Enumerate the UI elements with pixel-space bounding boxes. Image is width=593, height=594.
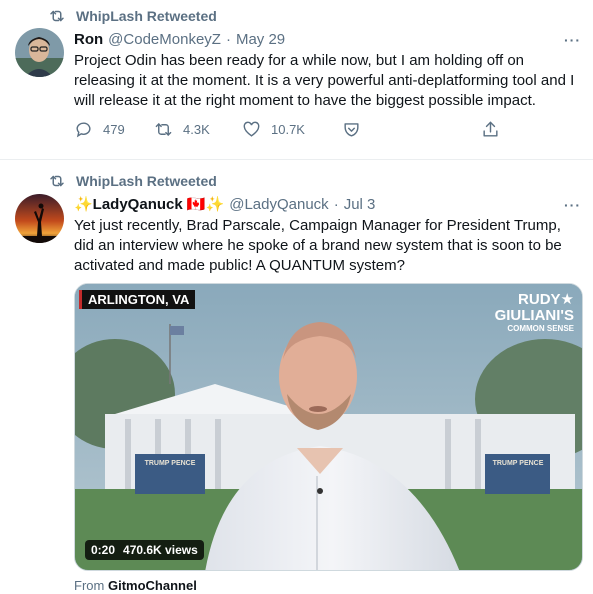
display-name[interactable]: Ron (74, 31, 103, 48)
logo-line-2: GIULIANI'S (494, 307, 574, 324)
separator-dot: · (225, 31, 231, 48)
tweet-date[interactable]: May 29 (236, 31, 285, 48)
retweet-label[interactable]: WhipLash Retweeted (76, 173, 217, 189)
avatar[interactable] (15, 28, 64, 77)
bookmark-button[interactable] (342, 120, 361, 139)
avatar[interactable] (15, 194, 64, 243)
display-name[interactable]: ✨LadyQanuck 🇨🇦✨ (74, 195, 224, 213)
share-icon (483, 121, 498, 137)
retweet-icon (155, 123, 172, 136)
more-options-icon[interactable]: ··· (564, 32, 581, 48)
source-prefix: From (74, 578, 105, 593)
more-options-icon[interactable]: ··· (564, 197, 581, 213)
podium-sign-left: TRUMP PENCE (144, 460, 196, 467)
retweet-count: 4.3K (183, 122, 210, 137)
retweet-indicator: WhipLash Retweeted (48, 172, 217, 190)
retweet-icon (50, 10, 64, 22)
separator-dot: · (333, 195, 339, 213)
tweet-header: ✨LadyQanuck 🇨🇦✨ @LadyQanuck · Jul 3 (74, 195, 376, 214)
user-handle[interactable]: @LadyQanuck (229, 196, 328, 213)
tweet-header: Ron @CodeMonkeyZ · May 29 (74, 31, 285, 48)
location-tag: ARLINGTON, VA (79, 290, 196, 309)
video-duration: 0:20 (91, 543, 116, 557)
like-button[interactable]: 10.7K (242, 120, 305, 139)
reply-icon (76, 122, 91, 138)
retweet-label[interactable]: WhipLash Retweeted (76, 8, 217, 24)
tweet-ron[interactable]: WhipLash Retweeted Ron @CodeMonkeyZ · Ma… (0, 0, 593, 160)
retweet-indicator: WhipLash Retweeted (48, 7, 217, 25)
retweet-button[interactable]: 4.3K (154, 120, 210, 139)
tweet-date[interactable]: Jul 3 (344, 196, 376, 213)
logo-line-1: RUDY★ (518, 291, 574, 308)
reply-count: 479 (103, 122, 125, 137)
user-handle[interactable]: @CodeMonkeyZ (108, 31, 221, 48)
share-button[interactable] (481, 120, 500, 139)
podium-sign-right: TRUMP PENCE (492, 460, 544, 467)
tweet-ladyqanuck[interactable]: WhipLash Retweeted ✨LadyQanuck 🇨🇦✨ @Lady… (0, 160, 593, 594)
video-views: 470.6K views (123, 543, 198, 557)
heart-icon (243, 121, 260, 137)
reply-button[interactable]: 479 (74, 120, 125, 139)
retweet-icon (50, 175, 64, 187)
logo-line-3: COMMON SENSE (507, 324, 574, 333)
like-count: 10.7K (271, 122, 305, 137)
tweet-actions: 479 4.3K 10.7K (74, 120, 514, 144)
source-account-link[interactable]: GitmoChannel (108, 578, 197, 593)
tweet-text: Yet just recently, Brad Parscale, Campai… (74, 217, 562, 274)
tweet-text: Project Odin has been ready for a while … (74, 52, 575, 109)
bookmark-heart-icon (344, 123, 359, 137)
video-source: From GitmoChannel (74, 578, 197, 593)
video-player[interactable]: ARLINGTON, VA RUDY★ GIULIANI'S COMMON SE… (74, 283, 583, 571)
channel-logo: RUDY★ GIULIANI'S COMMON SENSE (495, 292, 574, 334)
video-stats-badge: 0:20 470.6K views (85, 540, 204, 560)
